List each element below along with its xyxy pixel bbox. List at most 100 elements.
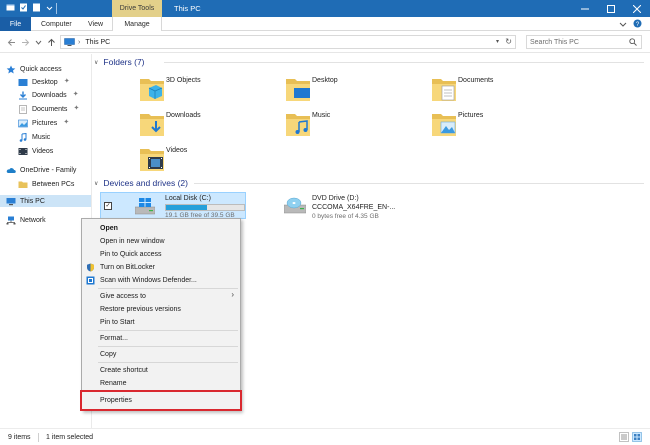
drive-local-disk-c[interactable]: ✓ Local Disk (C:) 19.1 GB free of 39.5 G… (100, 192, 246, 219)
menu-item-rename[interactable]: Rename (82, 377, 240, 389)
window-controls (572, 0, 650, 17)
maximize-button[interactable] (598, 0, 624, 17)
menu-item-pin-quick-access[interactable]: Pin to Quick access (82, 248, 240, 260)
menu-item-label: Scan with Windows Defender... (100, 276, 197, 284)
context-menu: Open Open in new window Pin to Quick acc… (81, 218, 241, 411)
menu-item-format[interactable]: Format... (82, 332, 240, 344)
sidebar-item-label: Desktop (32, 78, 58, 86)
menu-item-open[interactable]: Open (82, 222, 240, 234)
sidebar-item-between-pcs[interactable]: Between PCs (18, 178, 74, 190)
menu-item-pin-start[interactable]: Pin to Start (82, 316, 240, 328)
minimize-icon (581, 8, 589, 9)
drive-usage-bar (165, 204, 245, 211)
folder-3d-objects[interactable]: 3D Objects (138, 74, 278, 104)
menu-item-bitlocker[interactable]: Turn on BitLocker (82, 261, 240, 273)
menu-item-open-new-window[interactable]: Open in new window (82, 235, 240, 247)
dvd-drive-icon[interactable] (284, 195, 306, 215)
folder-desktop[interactable]: Desktop (284, 74, 424, 104)
sidebar-item-onedrive[interactable]: OneDrive - Family (6, 164, 76, 176)
group-folders-header[interactable]: ∨ Folders (7) (94, 55, 145, 69)
address-bar[interactable]: › This PC ▾ ↻ (60, 35, 516, 49)
forward-button[interactable] (20, 37, 30, 47)
customize-qat-icon[interactable] (45, 3, 54, 12)
dvd-drive-name[interactable]: DVD Drive (D:) (312, 195, 359, 202)
large-icons-view-icon[interactable] (632, 432, 642, 442)
maximize-icon (607, 4, 615, 13)
properties-qat-icon[interactable] (19, 3, 28, 12)
group-devices-rule (194, 183, 644, 184)
folder-documents[interactable]: Documents (430, 74, 570, 104)
menu-item-restore-versions[interactable]: Restore previous versions (82, 303, 240, 315)
menu-item-scan-defender[interactable]: Scan with Windows Defender... (82, 274, 240, 286)
dvd-free-space: 0 bytes free of 4.35 GB (312, 213, 379, 220)
help-icon[interactable]: ? (633, 19, 642, 28)
sidebar-item-label: Pictures (32, 119, 58, 127)
folder-downloads[interactable]: Downloads (138, 109, 278, 139)
expand-ribbon-icon[interactable] (619, 20, 627, 28)
up-button[interactable] (46, 37, 56, 47)
sidebar-item-music[interactable]: Music (18, 131, 50, 143)
menu-separator (98, 346, 238, 347)
menu-item-give-access[interactable]: Give access to › (82, 290, 240, 302)
sidebar-item-label: This PC (20, 197, 45, 205)
close-button[interactable] (624, 0, 650, 17)
address-dropdown-icon[interactable]: ▾ (496, 38, 499, 45)
folder-pictures[interactable]: Pictures (430, 109, 570, 139)
dvd-volume-label: CCCOMA_X64FRE_EN-... (312, 204, 396, 211)
sidebar-item-desktop[interactable]: Desktop ✦ (18, 76, 70, 88)
menu-item-create-shortcut[interactable]: Create shortcut (82, 364, 240, 376)
quick-access-toolbar (6, 3, 54, 12)
sidebar-item-downloads[interactable]: Downloads ✦ (18, 89, 79, 101)
star-icon (6, 65, 16, 73)
menu-separator (98, 362, 238, 363)
sidebar-item-network[interactable]: Network (6, 214, 46, 226)
new-folder-qat-icon[interactable] (32, 3, 41, 12)
recent-locations-button[interactable] (33, 37, 43, 47)
sidebar-item-documents[interactable]: Documents ✦ (18, 103, 79, 115)
group-devices-header[interactable]: ∨ Devices and drives (2) (94, 176, 188, 190)
ribbon-tabs: File Computer View Manage ? (0, 17, 650, 31)
sidebar-item-label: Downloads (32, 91, 67, 99)
sidebar-item-label: OneDrive - Family (20, 166, 77, 174)
sidebar-item-videos[interactable]: Videos (18, 145, 53, 157)
menu-item-copy[interactable]: Copy (82, 348, 240, 360)
pictures-icon (18, 119, 28, 127)
minimize-button[interactable] (572, 0, 598, 17)
menu-item-label: Open in new window (100, 237, 165, 245)
tab-manage[interactable]: Manage (112, 17, 162, 31)
this-pc-icon (64, 38, 75, 46)
search-placeholder: Search This PC (530, 38, 579, 46)
tab-view[interactable]: View (88, 17, 103, 31)
title-bar: Drive Tools This PC (0, 0, 650, 17)
download-icon (19, 91, 27, 99)
navigation-row: › This PC ▾ ↻ Search This PC (0, 31, 650, 53)
tab-computer[interactable]: Computer (41, 17, 72, 31)
properties-highlight-box (80, 390, 242, 411)
close-icon (633, 4, 641, 13)
chevron-down-icon (35, 40, 41, 45)
tab-file[interactable]: File (0, 17, 31, 31)
pictures-folder-icon (432, 114, 456, 136)
breadcrumb-separator: › (78, 38, 81, 46)
menu-item-label: Format... (100, 334, 129, 342)
submenu-arrow-icon: › (231, 290, 234, 299)
details-view-icon[interactable] (619, 432, 629, 442)
folder-music[interactable]: Music (284, 109, 424, 139)
back-button[interactable] (6, 37, 16, 47)
menu-separator (98, 288, 238, 289)
downloads-folder-icon (140, 114, 164, 136)
music-folder-icon (286, 114, 310, 136)
sidebar-item-label: Quick access (20, 65, 62, 73)
folder-label: Downloads (166, 112, 201, 119)
search-input[interactable]: Search This PC (526, 35, 642, 49)
folder-label: Videos (166, 147, 188, 154)
desktop-folder-icon (286, 79, 310, 101)
breadcrumb-this-pc[interactable]: This PC (85, 39, 110, 46)
selection-checkbox[interactable]: ✓ (104, 202, 112, 210)
folder-videos[interactable]: Videos (138, 144, 278, 174)
sidebar-item-quick-access[interactable]: Quick access (6, 63, 62, 75)
sidebar-item-label: Between PCs (32, 180, 75, 188)
sidebar-item-pictures[interactable]: Pictures ✦ (18, 117, 69, 129)
refresh-icon[interactable]: ↻ (505, 37, 512, 46)
sidebar-item-this-pc[interactable]: This PC (0, 195, 91, 207)
